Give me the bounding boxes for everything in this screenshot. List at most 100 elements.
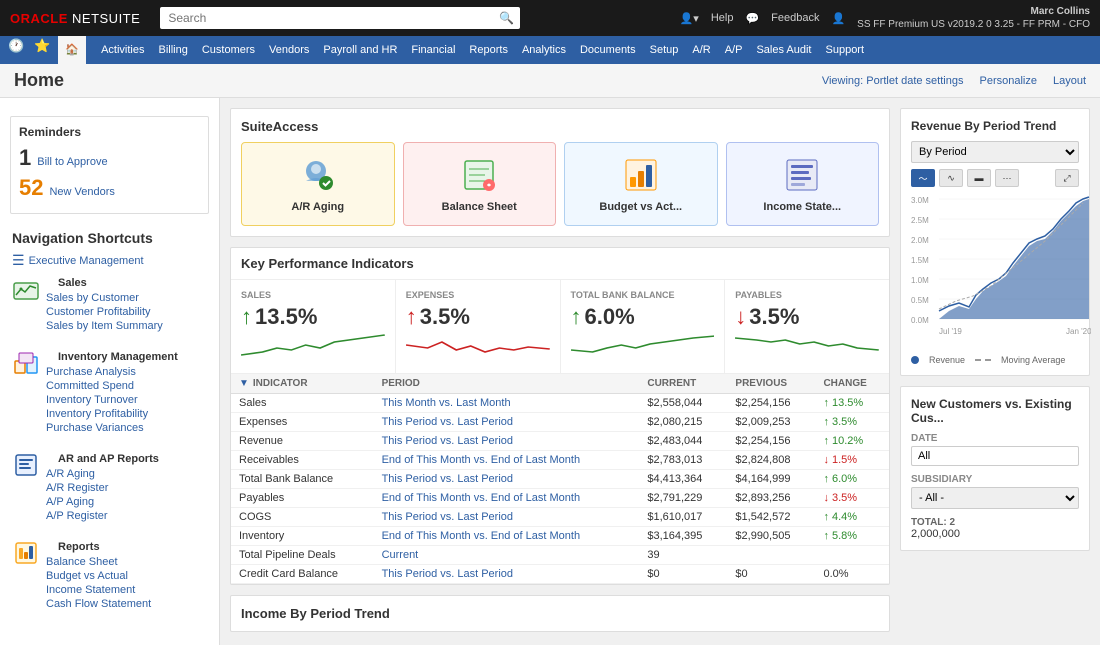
bar-chart-icon[interactable]: ▬ xyxy=(967,169,991,187)
nav-ap[interactable]: A/P xyxy=(718,36,750,64)
cell-period[interactable]: End of This Month vs. End of Last Month xyxy=(374,489,640,508)
nav-activities[interactable]: Activities xyxy=(94,36,151,64)
committed-spend-link[interactable]: Committed Spend xyxy=(46,379,190,393)
ar-register-link[interactable]: A/R Register xyxy=(46,481,171,495)
subsidiary-select[interactable]: - All - xyxy=(911,487,1079,509)
total-label: TOTAL: 2 xyxy=(911,517,1079,528)
inventory-turnover-link[interactable]: Inventory Turnover xyxy=(46,393,190,407)
ar-ap-group: AR and AP Reports A/R Aging A/R Register… xyxy=(0,447,219,527)
content-area: SuiteAccess A/R Aging xyxy=(220,98,900,645)
kpi-bank-label: TOTAL BANK BALANCE xyxy=(571,290,715,300)
cell-period[interactable]: This Period vs. Last Period xyxy=(374,565,640,584)
suite-access-title: SuiteAccess xyxy=(241,119,879,134)
nav-reports[interactable]: Reports xyxy=(462,36,515,64)
date-input[interactable] xyxy=(911,446,1079,466)
cell-period[interactable]: This Period vs. Last Period xyxy=(374,470,640,489)
cell-indicator: Credit Card Balance xyxy=(231,565,374,584)
dot-chart-icon[interactable]: ⋯ xyxy=(995,169,1019,187)
exec-management-link[interactable]: ☰ Executive Management xyxy=(0,250,219,271)
nav-billing[interactable]: Billing xyxy=(151,36,194,64)
col-previous: PREVIOUS xyxy=(727,374,815,394)
sales-by-item-link[interactable]: Sales by Item Summary xyxy=(46,319,175,333)
ap-aging-link[interactable]: A/P Aging xyxy=(46,495,171,509)
cell-period[interactable]: End of This Month vs. End of Last Month xyxy=(374,451,640,470)
cell-period[interactable]: This Month vs. Last Month xyxy=(374,394,640,413)
search-bar: 🔍 xyxy=(160,7,520,29)
period-select[interactable]: By Period By Quarter By Year xyxy=(911,141,1079,163)
reminder-number-1: 1 xyxy=(19,145,31,171)
nav-support[interactable]: Support xyxy=(819,36,872,64)
cell-period[interactable]: This Period vs. Last Period xyxy=(374,432,640,451)
svg-text:0.0M: 0.0M xyxy=(911,316,929,325)
line-chart-icon[interactable]: 〜 xyxy=(911,169,935,187)
nav-financial[interactable]: Financial xyxy=(404,36,462,64)
date-label: DATE xyxy=(911,433,1079,444)
suite-card-budget[interactable]: Budget vs Act... xyxy=(564,142,718,226)
main-content: Reminders 1 Bill to Approve 52 New Vendo… xyxy=(0,98,1100,645)
ar-aging-link[interactable]: A/R Aging xyxy=(46,467,171,481)
income-statement-link[interactable]: Income Statement xyxy=(46,583,163,597)
cash-flow-link[interactable]: Cash Flow Statement xyxy=(46,597,163,611)
cell-period[interactable]: This Period vs. Last Period xyxy=(374,413,640,432)
cell-previous: $0 xyxy=(727,565,815,584)
cell-previous: $2,990,505 xyxy=(727,527,815,546)
wave-chart-icon[interactable]: ∿ xyxy=(939,169,963,187)
kpi-table: ▼INDICATOR PERIOD CURRENT PREVIOUS CHANG… xyxy=(231,374,889,584)
search-icon: 🔍 xyxy=(499,11,514,25)
cell-period[interactable]: End of This Month vs. End of Last Month xyxy=(374,527,640,546)
nav-analytics[interactable]: Analytics xyxy=(515,36,573,64)
sidebar: Reminders 1 Bill to Approve 52 New Vendo… xyxy=(0,98,220,645)
sales-by-customer-link[interactable]: Sales by Customer xyxy=(46,291,175,305)
nav-vendors[interactable]: Vendors xyxy=(262,36,316,64)
balance-sheet-link[interactable]: Balance Sheet xyxy=(46,555,163,569)
nav-payroll[interactable]: Payroll and HR xyxy=(316,36,404,64)
cell-period[interactable]: This Period vs. Last Period xyxy=(374,508,640,527)
purchase-analysis-link[interactable]: Purchase Analysis xyxy=(46,365,190,379)
viewing-portlet-link[interactable]: Viewing: Portlet date settings xyxy=(822,75,964,87)
budget-actual-link[interactable]: Budget vs Actual xyxy=(46,569,163,583)
search-input[interactable] xyxy=(160,7,520,29)
ap-register-link[interactable]: A/P Register xyxy=(46,509,171,523)
suite-card-income[interactable]: Income State... xyxy=(726,142,880,226)
table-row: Inventory End of This Month vs. End of L… xyxy=(231,527,889,546)
kpi-header: Key Performance Indicators xyxy=(231,248,889,280)
svg-text:Jul '19: Jul '19 xyxy=(939,327,962,336)
cell-period[interactable]: Current xyxy=(374,546,640,565)
feedback-icon[interactable]: 💬 xyxy=(745,12,759,25)
sales-group-header: Sales Sales by Customer Customer Profita… xyxy=(0,271,219,337)
nav-setup[interactable]: Setup xyxy=(643,36,686,64)
suite-card-ar-label: A/R Aging xyxy=(291,201,344,213)
inventory-profitability-link[interactable]: Inventory Profitability xyxy=(46,407,190,421)
personalize-link[interactable]: Personalize xyxy=(979,75,1036,87)
suite-card-balance-sheet[interactable]: Balance Sheet xyxy=(403,142,557,226)
customer-profitability-link[interactable]: Customer Profitability xyxy=(46,305,175,319)
notifications-icon[interactable]: 👤▾ xyxy=(680,12,699,25)
kpi-section: Key Performance Indicators SALES ↑ 13.5% xyxy=(230,247,890,585)
help-link[interactable]: Help xyxy=(711,12,734,24)
new-vendors-link[interactable]: New Vendors xyxy=(49,186,114,198)
zoom-icon[interactable]: ⤢ xyxy=(1055,169,1079,187)
nav-documents[interactable]: Documents xyxy=(573,36,643,64)
layout-link[interactable]: Layout xyxy=(1053,75,1086,87)
bill-approve-link[interactable]: Bill to Approve xyxy=(37,156,107,168)
nav-sales-audit[interactable]: Sales Audit xyxy=(749,36,818,64)
kpi-bank-value: ↑ 6.0% xyxy=(571,304,715,330)
date-form-group: DATE xyxy=(911,433,1079,466)
feedback-link[interactable]: Feedback xyxy=(771,12,819,24)
nav-ar[interactable]: A/R xyxy=(685,36,717,64)
recent-icon[interactable]: 🕐 xyxy=(6,36,26,64)
table-row: Expenses This Period vs. Last Period $2,… xyxy=(231,413,889,432)
revenue-widget-title: Revenue By Period Trend xyxy=(911,119,1079,133)
favorites-icon[interactable]: ⭐ xyxy=(32,36,52,64)
svg-text:2.5M: 2.5M xyxy=(911,216,929,225)
sort-icon[interactable]: ▼ xyxy=(239,378,249,389)
top-right-nav: 👤▾ Help 💬 Feedback 👤 Marc Collins SS FF … xyxy=(680,5,1090,31)
home-nav-icon[interactable]: 🏠 xyxy=(58,36,86,64)
kpi-payables-value: ↓ 3.5% xyxy=(735,304,879,330)
suite-card-ar-aging[interactable]: A/R Aging xyxy=(241,142,395,226)
logo: ORACLE NETSUITE xyxy=(10,11,140,26)
nav-customers[interactable]: Customers xyxy=(195,36,262,64)
cell-indicator: Total Bank Balance xyxy=(231,470,374,489)
purchase-variances-link[interactable]: Purchase Variances xyxy=(46,421,190,435)
inventory-group: Inventory Management Purchase Analysis C… xyxy=(0,345,219,439)
